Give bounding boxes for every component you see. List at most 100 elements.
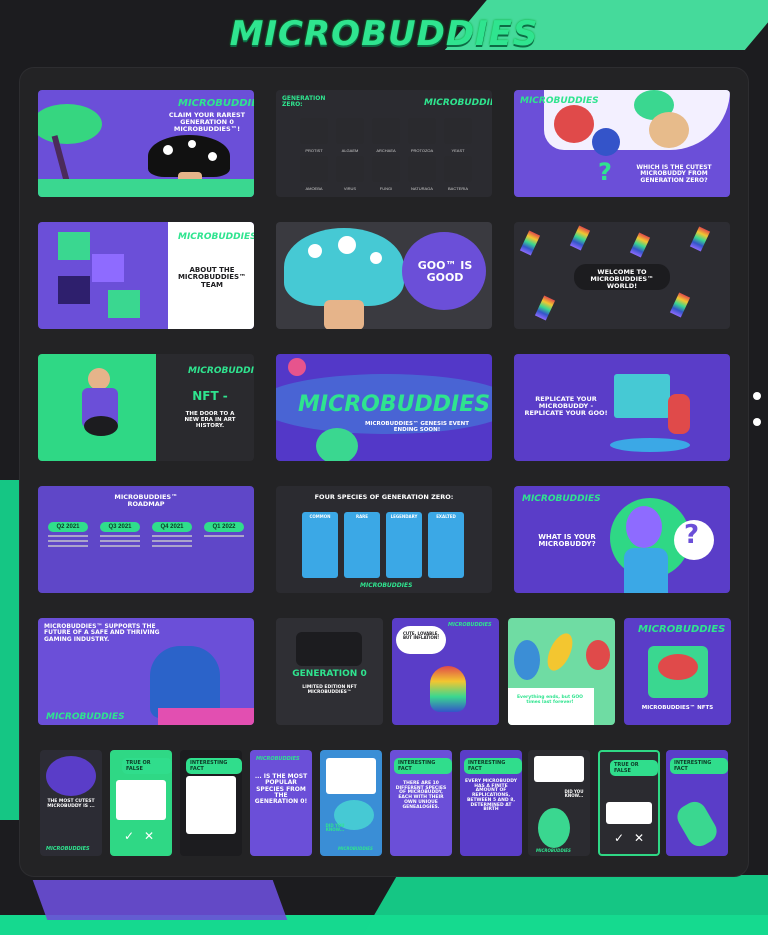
card-replicate[interactable]: REPLICATE YOUR MICROBUDDY - REPLICATE YO… [514,354,730,461]
group-label: COMMON [309,514,331,519]
story-title: DID YOU KNOW... [325,823,345,833]
roadmap-q4: Q4 2021 [152,522,192,550]
cross-icon[interactable]: ✕ [144,830,154,843]
species-group: EXALTED [428,512,464,578]
card-about-team[interactable]: MICROBUDDIES ABOUT THE MICROBUDDIES™ TEA… [38,222,254,329]
card-goo-times[interactable]: Everything ends, but GOO times last fore… [508,618,615,725]
card-cutest-microbuddy[interactable]: MICROBUDDIES WHICH IS THE CUTEST MICROBU… [514,90,730,197]
woman-head [626,506,662,548]
card-logo: MICROBUDDIES [188,366,254,376]
card-roadmap[interactable]: MICROBUDDIES™ ROADMAP Q2 2021 Q3 2021 Q4… [38,486,254,593]
species-tile[interactable]: FUNGI [372,156,400,191]
species-tile[interactable]: PROTIST [300,118,328,153]
story-true-false-2[interactable]: TRUE OR FALSE ✓ ✕ [598,750,660,856]
check-icon[interactable]: ✓ [124,830,134,843]
card-welcome-world[interactable]: WELCOME TO MICROBUDDIES™ WORLD! [514,222,730,329]
species-label: YEAST [451,148,465,153]
puzzle-area [48,232,158,322]
card-generation-zero[interactable]: GENERATION ZERO: MICROBUDDIES PROTIST AL… [276,90,492,197]
roadmap-q1: Q1 2022 [204,522,244,540]
card-generation-0[interactable]: GENERATION 0 LIMITED EDITION NFT MICROBU… [276,618,383,725]
woman-body [624,548,668,593]
story-tag: INTERESTING FACT [186,758,242,774]
keyboard [158,708,254,725]
card-logo-large: MICROBUDDIES [298,392,491,417]
character-head [88,368,110,390]
species-tile[interactable]: YEAST [444,118,472,153]
species-label: PROTOZOA [410,148,434,153]
mushroom-face [324,300,364,329]
species-label: NATURAGA [411,186,433,191]
story-title: THERE ARE 10 DIFFERENT SPECIES OF MICROB… [395,781,447,810]
bg-stripe-bottom-purple [32,880,288,920]
green-blob [316,428,358,461]
card-heading: GENERATION ZERO: [282,95,326,109]
card-claim-rarest[interactable]: MICROBUDDIES CLAIM YOUR RAREST GENERATIO… [38,90,254,197]
story-interesting-fact-1[interactable]: INTERESTING FACT [180,750,242,856]
story-interesting-fact-3[interactable]: INTERESTING FACT EVERY MICROBUDDY HAS A … [460,750,522,856]
card-title: GENERATION 0 [292,669,367,679]
roadmap-line [100,540,140,542]
platform [610,438,690,452]
story-logo: MICROBUDDIES [46,846,90,852]
check-icon[interactable]: ✓ [614,832,624,845]
species-tile[interactable]: BACTERIA [444,156,472,191]
cap-dot [370,252,382,264]
species-tile[interactable]: VIRUS [336,156,364,191]
story-did-you-know-2[interactable]: DID YOU KNOW... MICROBUDDIES [528,750,590,856]
card-genesis-event[interactable]: MICROBUDDIES MICROBUDDIES™ GENESIS EVENT… [276,354,492,461]
species-group: RARE [344,512,380,578]
story-did-you-know-1[interactable]: DID YOU KNOW... MICROBUDDIES [320,750,382,856]
puzzle-piece [58,276,90,304]
card-title: WHICH IS THE CUTEST MICROBUDDY FROM GENE… [636,164,712,184]
card-what-is-your[interactable]: ? MICROBUDDIES WHAT IS YOUR MICROBUDDY? [514,486,730,593]
card-microbuddies-nfts[interactable]: MICROBUDDIES MICROBUDDIES™ NFTS [624,618,731,725]
story-tag: INTERESTING FACT [394,758,452,774]
species-tile[interactable]: ALGAEM [336,118,364,153]
bg-stripe-bottom [362,875,768,935]
quarter-label: Q3 2021 [100,522,140,532]
bubble-text: CUTE, LOVABLE, BUT INFLATION! [402,631,440,641]
species-tile[interactable]: AMOEBA [300,156,328,191]
card-title: REPLICATE YOUR MICROBUDDY - REPLICATE YO… [524,395,608,417]
card-logo: MICROBUDDIES [178,98,254,109]
card-title: MICROBUDDIES™ NFTS [641,705,714,711]
story-text-box [326,758,376,794]
story-interesting-fact-2[interactable]: INTERESTING FACT THERE ARE 10 DIFFERENT … [390,750,452,856]
species-tile[interactable]: PROTOZOA [408,118,436,153]
species-group: COMMON [302,512,338,578]
story-title: THE MOST CUTEST MICROBUDDY IS ... [47,799,95,809]
story-most-cutest[interactable]: THE MOST CUTEST MICROBUDDY IS ... MICROB… [40,750,102,856]
card-goo-is-good[interactable]: GOO™ IS GOOD [276,222,492,329]
species-group: LEGENDARY [386,512,422,578]
character-cluster [46,756,96,796]
group-label: EXALTED [436,514,456,519]
species-label: VIRUS [343,186,357,191]
question-mark: ? [684,520,700,550]
card-logo: MICROBUDDIES [448,622,492,628]
red-character [586,640,610,670]
card-gaming-industry[interactable]: MICROBUDDIES™ SUPPORTS THE FUTURE OF A S… [38,618,254,725]
story-title: ... IS THE MOST POPULAR SPECIES FROM THE… [254,773,308,806]
species-tile[interactable]: ARCHAEA [372,118,400,153]
story-true-false-1[interactable]: TRUE OR FALSE ✓ ✕ [110,750,172,856]
story-most-popular[interactable]: MICROBUDDIES ... IS THE MOST POPULAR SPE… [250,750,312,856]
story-tag: INTERESTING FACT [464,758,522,774]
monitor [614,374,670,418]
roadmap-line [48,535,88,537]
character-blue [592,128,620,156]
card-cute-lovable[interactable]: CUTE, LOVABLE, BUT INFLATION! MICROBUDDI… [392,618,499,725]
species-tile[interactable]: NATURAGA [408,156,436,191]
species-label: ALGAEM [341,148,359,153]
card-nft-door[interactable]: MICROBUDDIES NFT - THE DOOR TO A NEW ERA… [38,354,254,461]
roadmap-line [152,540,192,542]
story-title: DID YOU KNOW... [564,789,584,799]
card-logo: MICROBUDDIES [424,98,492,108]
card-four-species[interactable]: FOUR SPECIES OF GENERATION ZERO: COMMON … [276,486,492,593]
cross-icon[interactable]: ✕ [634,832,644,845]
story-interesting-fact-4[interactable]: INTERESTING FACT [666,750,728,856]
cap-dot [188,140,196,148]
pod [296,632,362,666]
card-caption: Everything ends, but GOO times last fore… [516,695,584,705]
species-label: AMOEBA [305,186,323,191]
